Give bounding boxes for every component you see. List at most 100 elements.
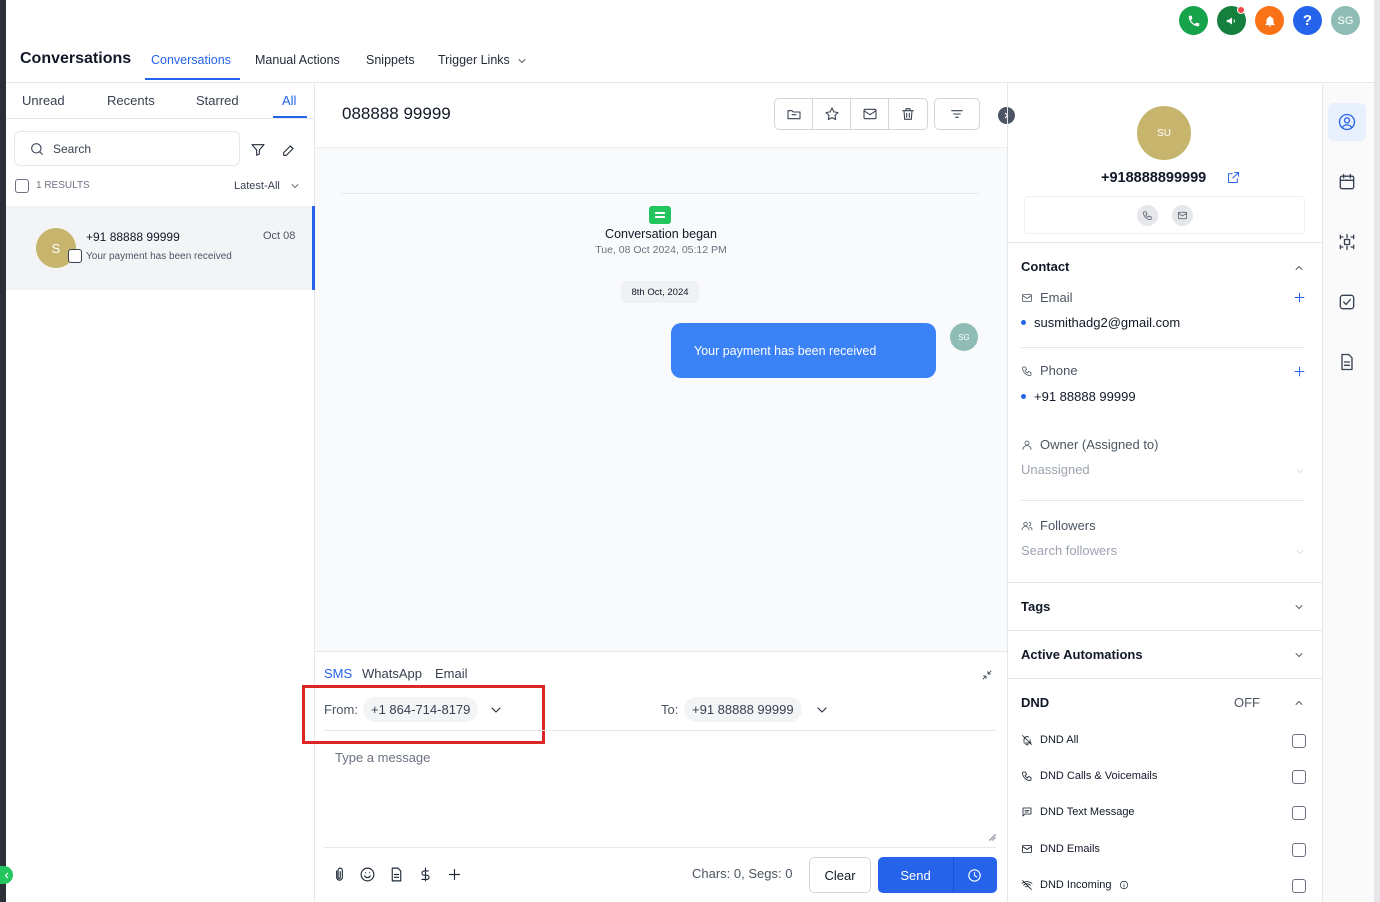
dnd-emails-checkbox[interactable] <box>1292 843 1306 857</box>
list-tab-all[interactable]: All <box>282 93 296 108</box>
primary-dot <box>1021 320 1026 325</box>
chevron-down-icon[interactable] <box>1293 649 1305 661</box>
owner-select[interactable]: Unassigned <box>1021 462 1090 477</box>
sort-dropdown[interactable]: Latest-All <box>234 180 301 192</box>
contact-section-heading[interactable]: Contact <box>1021 259 1069 274</box>
add-email-icon[interactable] <box>1292 290 1307 305</box>
bell-icon[interactable] <box>1255 6 1284 35</box>
wifi-off-icon <box>1021 880 1033 890</box>
filter-icon[interactable] <box>250 142 266 158</box>
outgoing-message: Your payment has been received <box>671 323 936 378</box>
conversation-date: Oct 08 <box>263 230 296 242</box>
conversation-began-time: Tue, 08 Oct 2024, 05:12 PM <box>595 244 727 256</box>
calendar-icon[interactable] <box>1337 172 1357 192</box>
schedule-icon[interactable] <box>966 867 983 884</box>
dnd-text-checkbox[interactable] <box>1292 806 1306 820</box>
composer-tab-sms[interactable]: SMS <box>324 666 352 681</box>
search-input[interactable]: Search <box>14 131 240 166</box>
info-icon[interactable] <box>1119 880 1129 890</box>
to-number-select[interactable]: +91 88888 99999 <box>684 697 802 722</box>
phone-icon <box>1022 366 1032 376</box>
chevron-up-icon[interactable] <box>1293 262 1305 274</box>
attachment-icon[interactable] <box>331 866 348 883</box>
conversation-list-item[interactable]: S +91 88888 99999 Oct 08 Your payment ha… <box>6 206 315 290</box>
plus-icon[interactable] <box>446 866 463 883</box>
dnd-all-checkbox[interactable] <box>1292 734 1306 748</box>
mail-icon[interactable] <box>851 99 889 129</box>
composer-divider <box>324 730 996 731</box>
collapse-icon[interactable] <box>981 669 993 681</box>
email-icon[interactable] <box>1172 205 1193 226</box>
send-button[interactable]: Send <box>878 857 997 893</box>
list-tab-unread[interactable]: Unread <box>22 93 65 108</box>
notification-dot <box>1237 6 1245 14</box>
megaphone-icon[interactable] <box>1217 6 1246 35</box>
sort-lines-icon[interactable] <box>934 98 980 130</box>
external-link-icon[interactable] <box>1226 170 1241 185</box>
opportunities-icon[interactable] <box>1337 232 1357 252</box>
chevron-down-icon[interactable] <box>814 702 830 718</box>
dnd-calls-label: DND Calls & Voicemails <box>1040 770 1158 782</box>
tab-conversations[interactable]: Conversations <box>151 53 231 67</box>
dnd-section-heading[interactable]: DND <box>1021 695 1049 710</box>
chevron-down-icon[interactable] <box>1294 546 1306 558</box>
tab-manual-actions[interactable]: Manual Actions <box>255 53 340 67</box>
composer-tab-email[interactable]: Email <box>435 666 468 681</box>
mail-icon <box>1022 293 1032 302</box>
list-tab-starred[interactable]: Starred <box>196 93 239 108</box>
message-icon <box>1022 807 1032 817</box>
select-all-checkbox[interactable] <box>15 179 29 193</box>
conversation-list-pane: Unread Recents Starred All Search 1 RESU… <box>6 84 315 902</box>
email-value[interactable]: susmithadg2@gmail.com <box>1021 315 1180 330</box>
message-input[interactable]: Type a message <box>335 750 430 765</box>
phone-icon[interactable] <box>1179 6 1208 35</box>
help-icon[interactable]: ? <box>1293 6 1322 35</box>
search-icon <box>31 142 43 155</box>
email-value-text: susmithadg2@gmail.com <box>1034 315 1181 330</box>
composer-tab-whatsapp[interactable]: WhatsApp <box>362 666 422 681</box>
compose-icon[interactable] <box>281 142 297 158</box>
add-phone-icon[interactable] <box>1292 364 1307 379</box>
date-chip: 8th Oct, 2024 <box>621 281 699 303</box>
notes-icon[interactable] <box>1337 352 1357 372</box>
dollar-icon[interactable] <box>417 866 434 883</box>
chevron-down-icon[interactable] <box>1293 601 1305 613</box>
dnd-calls-row: DND Calls & Voicemails <box>1021 770 1157 782</box>
conversation-preview: Your payment has been received <box>86 251 232 262</box>
trash-icon[interactable] <box>889 99 927 129</box>
followers-field-label: Followers <box>1021 518 1096 533</box>
followers-search-input[interactable]: Search followers <box>1021 543 1117 558</box>
user-avatar[interactable]: SG <box>1331 6 1360 35</box>
list-tab-recents[interactable]: Recents <box>107 93 155 108</box>
sender-avatar: SG <box>950 323 978 351</box>
star-icon[interactable] <box>813 99 851 129</box>
resize-handle-icon[interactable] <box>987 832 996 841</box>
contact-profile-icon[interactable] <box>1328 103 1366 141</box>
template-icon[interactable] <box>388 866 405 883</box>
quick-actions <box>1024 196 1305 234</box>
chevron-up-icon[interactable] <box>1293 697 1305 709</box>
right-edge-bar <box>1374 0 1380 902</box>
chevron-down-icon[interactable] <box>1294 465 1306 477</box>
dnd-calls-checkbox[interactable] <box>1292 770 1306 784</box>
automations-section-heading[interactable]: Active Automations <box>1021 647 1143 662</box>
highlight-box <box>302 685 545 744</box>
conversation-actions <box>774 98 928 130</box>
tab-trigger-links[interactable]: Trigger Links <box>438 53 528 67</box>
dnd-incoming-checkbox[interactable] <box>1292 879 1306 893</box>
tags-section-heading[interactable]: Tags <box>1021 599 1050 614</box>
field-divider <box>1021 347 1305 348</box>
folder-icon[interactable] <box>775 99 813 129</box>
field-divider <box>1021 500 1305 501</box>
owner-field-label: Owner (Assigned to) <box>1021 437 1159 452</box>
call-icon[interactable] <box>1137 205 1158 226</box>
task-icon[interactable] <box>1337 292 1357 312</box>
emoji-icon[interactable] <box>359 866 376 883</box>
tab-snippets[interactable]: Snippets <box>366 53 415 67</box>
dnd-incoming-row: DND Incoming <box>1021 879 1129 891</box>
section-divider <box>1007 582 1322 583</box>
clear-button[interactable]: Clear <box>809 857 871 893</box>
phone-value[interactable]: +91 88888 99999 <box>1021 389 1136 404</box>
email-label-text: Email <box>1040 290 1073 305</box>
dnd-emails-row: DND Emails <box>1021 843 1100 855</box>
